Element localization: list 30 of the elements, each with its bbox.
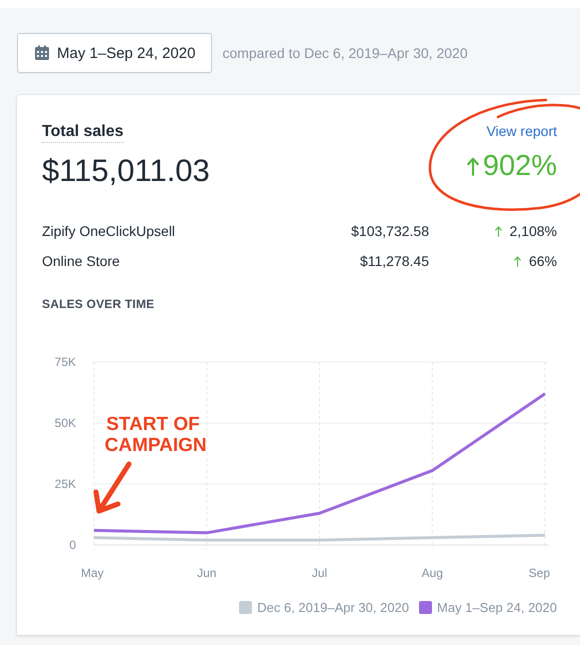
total-amount: $115,011.03 [42, 153, 210, 189]
y-axis-label: 0 [69, 538, 76, 552]
calendar-icon [34, 45, 50, 61]
x-axis-label: Jun [197, 566, 216, 580]
channel-amount: $11,278.45 [358, 253, 429, 269]
annotation-arrow [94, 462, 132, 514]
up-arrow-icon [514, 256, 521, 266]
legend-label: May 1–Sep 24, 2020 [437, 600, 557, 615]
chart-title: SALES OVER TIME [42, 297, 156, 311]
comparison-text: compared to Dec 6, 2019–Apr 30, 2020 [222, 45, 468, 61]
x-axis-label: Sep [528, 566, 550, 580]
up-arrow-icon [494, 226, 502, 236]
view-report-link[interactable]: View report [486, 123, 557, 139]
channel-name: Online Store [42, 253, 121, 269]
up-arrow-icon [466, 157, 479, 176]
card-title: Total sales [42, 123, 124, 143]
x-axis-label: Aug [422, 566, 443, 580]
channel-name: Zipify OneClickUpsell [42, 223, 176, 239]
legend-label: Dec 6, 2019–Apr 30, 2020 [257, 600, 410, 615]
y-axis-label: 25K [54, 477, 76, 491]
channel-change: 66% [528, 253, 557, 269]
x-axis-label: Jul [312, 566, 328, 580]
date-range-button[interactable]: May 1–Sep 24, 2020 [17, 33, 212, 73]
change-percent: 902% [482, 150, 557, 183]
channel-change: 2,108% [510, 223, 557, 239]
annotation-text: START OF CAMPAIGN [104, 414, 207, 456]
y-axis-label: 75K [54, 355, 76, 369]
channel-amount: $103,732.58 [350, 223, 429, 239]
y-axis-label: 50K [54, 416, 76, 430]
x-axis-label: May [81, 566, 104, 580]
